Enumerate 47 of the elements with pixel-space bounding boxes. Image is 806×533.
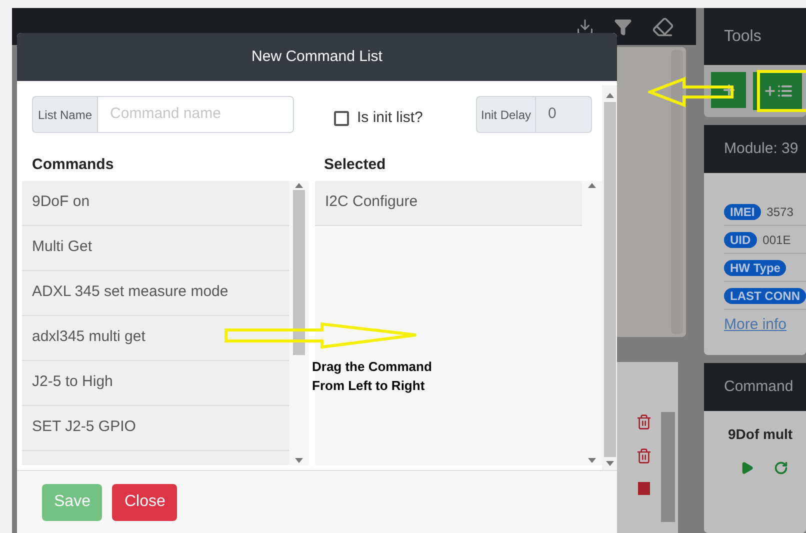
info-value: 001E — [762, 232, 791, 248]
dialog-title: New Command List — [252, 46, 382, 67]
command-item[interactable]: adxl345 multi get — [22, 316, 289, 360]
delete-icon[interactable] — [636, 448, 652, 464]
tools-title: Tools — [724, 26, 762, 46]
command-title: Command — [724, 376, 794, 397]
init-delay-field[interactable]: Init Delay 0 — [476, 96, 592, 133]
info-badge: IMEI — [724, 204, 761, 220]
list-icon — [776, 83, 792, 99]
close-button[interactable]: Close — [112, 484, 178, 520]
drag-instruction: Drag the Command From Left to Right — [312, 358, 432, 395]
command-item[interactable]: SET J2-5 GPIO — [22, 406, 289, 450]
command-item[interactable]: Multi Get — [22, 226, 289, 270]
scroll-up-icon[interactable] — [295, 182, 303, 188]
highlight-frame — [757, 70, 806, 112]
scroll-up-icon[interactable] — [606, 93, 614, 98]
module-title: Module: 39 — [724, 138, 798, 159]
list-name-field[interactable]: Command name — [98, 96, 294, 133]
play-icon[interactable] — [740, 461, 754, 475]
plus-icon — [720, 82, 736, 98]
command-item[interactable]: I2C Configure — [315, 180, 582, 226]
scroll-down-icon[interactable] — [588, 458, 596, 462]
info-value: 3573 — [766, 204, 794, 220]
init-list-checkbox[interactable] — [334, 111, 349, 126]
scroll-down-icon[interactable] — [295, 458, 303, 462]
command-item[interactable]: 9DoF on — [22, 180, 289, 226]
dialog-scrollbar[interactable] — [602, 85, 617, 470]
list-name-label: List Name — [32, 96, 98, 133]
command-item[interactable]: ADXL 345 set measure mode — [22, 270, 289, 316]
scroll-up-icon[interactable] — [588, 182, 596, 188]
init-delay-label: Init Delay — [477, 97, 536, 132]
filter-icon[interactable] — [614, 18, 632, 36]
scrollbar-thumb[interactable] — [293, 190, 305, 355]
info-badge: LAST CONN — [724, 288, 806, 304]
info-badge: HW Type — [724, 260, 786, 276]
command-name: 9Dof mult — [727, 425, 794, 444]
init-delay-value: 0 — [547, 104, 558, 124]
plus-icon — [762, 84, 776, 98]
scroll-down-icon[interactable] — [606, 461, 614, 466]
info-badge: UID — [724, 232, 757, 248]
delete-icon[interactable] — [636, 414, 652, 430]
refresh-icon[interactable] — [774, 461, 788, 475]
eraser-icon[interactable] — [652, 16, 674, 38]
init-list-label: Is init list? — [357, 108, 423, 128]
commands-heading: Commands — [32, 155, 115, 175]
command-item[interactable]: J2-5 to High — [22, 360, 289, 406]
selected-heading: Selected — [324, 155, 386, 175]
